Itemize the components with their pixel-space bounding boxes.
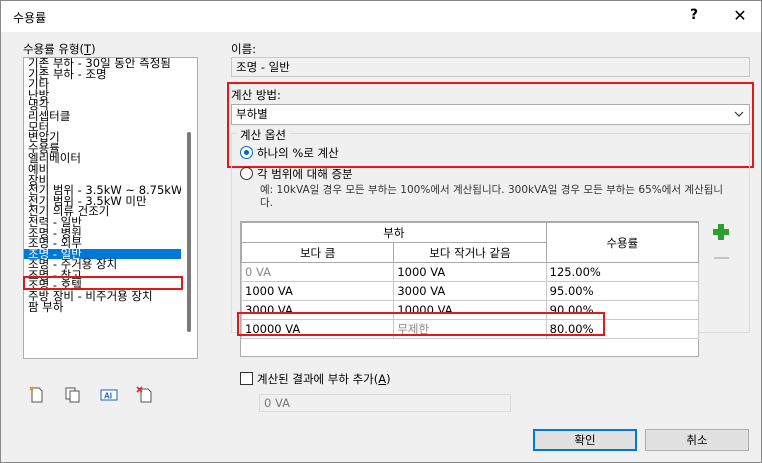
name-label: 이름: bbox=[231, 42, 257, 56]
cell-factor[interactable]: 125.00% bbox=[545, 262, 700, 282]
svg-text:AI: AI bbox=[104, 392, 112, 401]
cell-less[interactable]: 3000 VA bbox=[393, 281, 547, 301]
calc-method-label: 계산 방법: bbox=[231, 88, 281, 102]
factor-header: 수용률 bbox=[545, 222, 700, 263]
table-row[interactable]: 1000 VA 3000 VA 95.00% bbox=[240, 281, 700, 301]
selected-item-highlight bbox=[23, 276, 183, 290]
ok-button[interactable]: 확인 bbox=[533, 429, 637, 451]
less-header: 보다 작거나 같음 bbox=[393, 242, 547, 263]
types-label: 수용률 유형(T) bbox=[23, 42, 96, 56]
cell-greater[interactable]: 1000 VA bbox=[240, 281, 395, 301]
scrollbar-thumb[interactable] bbox=[187, 132, 191, 332]
list-item[interactable]: 팜 부하 bbox=[24, 301, 182, 313]
add-row-icon[interactable] bbox=[712, 223, 730, 241]
cell-less[interactable]: 1000 VA bbox=[393, 262, 547, 282]
add-load-label[interactable]: 계산된 결과에 부하 추가(A) bbox=[257, 371, 391, 387]
list-scrollbar[interactable] bbox=[181, 58, 197, 358]
greater-header: 보다 큼 bbox=[240, 242, 395, 263]
cancel-button[interactable]: 취소 bbox=[645, 429, 749, 451]
duplicate-icon[interactable] bbox=[63, 385, 83, 405]
last-row-highlight bbox=[237, 312, 605, 336]
types-list[interactable]: 기존 부하 - 30일 동안 측정됨 기존 부하 - 조명 기타 난방 냉각 리셉터클 모터… bbox=[23, 57, 198, 359]
load-group-header: 부하 bbox=[241, 222, 547, 243]
demand-factor-dialog: 수용률 ? ✕ 수용률 유형(T) 기존 부하 - 30일 동안 측정됨 기존 부… bbox=[0, 0, 762, 463]
cell-greater[interactable]: 0 VA bbox=[240, 262, 395, 282]
chevron-down-icon bbox=[734, 105, 744, 131]
table-row[interactable]: 0 VA 1000 VA 125.00% bbox=[240, 262, 700, 282]
name-field: 조명 - 일반 bbox=[231, 57, 750, 77]
single-percent-radio[interactable] bbox=[240, 146, 253, 159]
incremental-label[interactable]: 각 범위에 대해 증분 bbox=[257, 166, 353, 182]
added-load-field: 0 VA bbox=[259, 394, 511, 412]
calc-description: 예: 10kVA일 경우 모든 부하는 100%에서 계산됩니다. 300kVA… bbox=[260, 184, 724, 209]
incremental-radio[interactable] bbox=[240, 167, 253, 180]
load-table[interactable]: 부하 수용률 보다 큼 보다 작거나 같음 0 VA 1000 VA 125.00%… bbox=[240, 221, 700, 357]
calc-method-select[interactable]: 부하별 bbox=[231, 104, 750, 125]
close-button[interactable]: ✕ bbox=[728, 3, 752, 29]
calc-method-value: 부하별 bbox=[236, 107, 268, 121]
cell-factor[interactable]: 95.00% bbox=[545, 281, 700, 301]
add-load-checkbox[interactable] bbox=[240, 372, 253, 385]
window-title: 수용률 bbox=[13, 11, 47, 25]
delete-icon[interactable] bbox=[135, 385, 155, 405]
help-button[interactable]: ? bbox=[684, 7, 704, 23]
calc-options-legend: 계산 옵션 bbox=[237, 127, 289, 143]
title-bar: 수용률 ? ✕ bbox=[1, 1, 761, 32]
new-icon[interactable] bbox=[27, 385, 47, 405]
remove-row-icon[interactable] bbox=[714, 257, 729, 259]
types-list-items: 기존 부하 - 30일 동안 측정됨 기존 부하 - 조명 기타 난방 냉각 리셉터클 모터… bbox=[24, 58, 182, 358]
rename-icon[interactable]: AI bbox=[99, 385, 119, 405]
single-percent-label[interactable]: 하나의 %로 계산 bbox=[257, 145, 339, 161]
